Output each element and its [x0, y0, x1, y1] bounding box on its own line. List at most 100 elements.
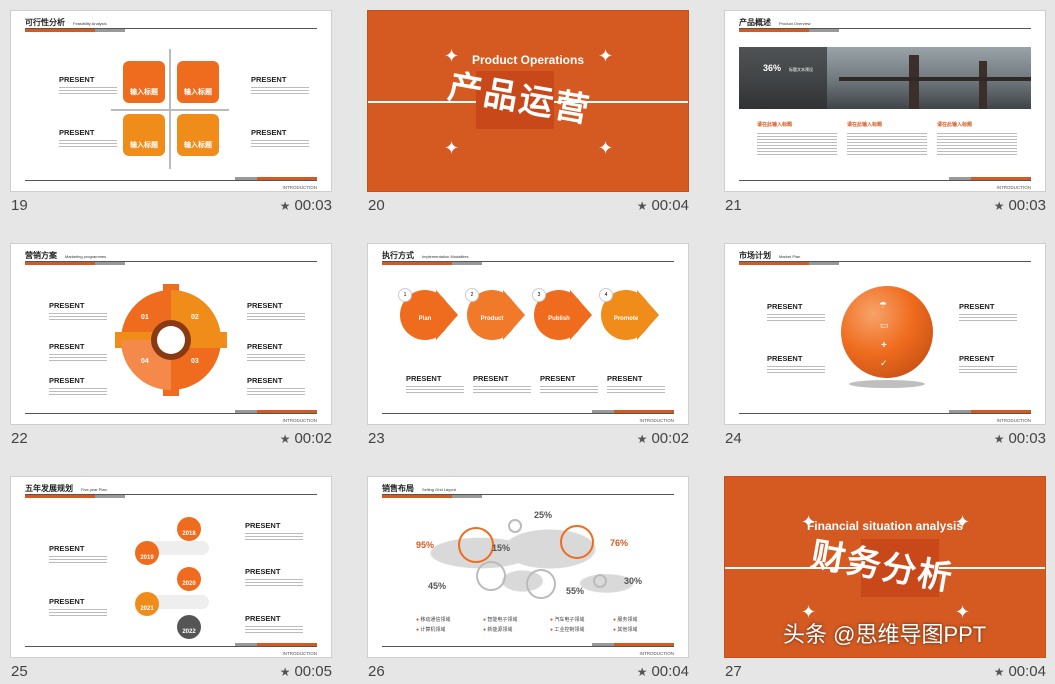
slide-preview[interactable]: 产品概述 Product Overview 36% 标题文本预设 请在此输入标题 …: [724, 10, 1046, 192]
present-label: PRESENT: [49, 597, 85, 606]
slide-footer: INTRODUCTION: [282, 651, 318, 656]
slide-subtitle: Market Plan: [779, 254, 801, 259]
slide-footer: INTRODUCTION: [639, 651, 675, 656]
present-label: PRESENT: [49, 544, 85, 553]
slide-preview[interactable]: 五年发展规划 Five-year Plan PRESENT PRESENT PRE…: [10, 476, 332, 658]
present-label: PRESENT: [49, 376, 85, 385]
year-badge: 2018: [177, 517, 201, 541]
slide-title: 销售布局: [382, 484, 414, 493]
slide-title: 产品概述: [739, 18, 771, 27]
star-icon: ★: [636, 665, 648, 679]
briefcase-icon: ▭: [880, 320, 889, 330]
slide-title: 营销方案: [25, 251, 57, 260]
slide-duration: ★ 00:04: [636, 197, 689, 214]
slide-duration: ★ 00:02: [636, 430, 689, 447]
sparkle-icon: ✦: [444, 46, 460, 66]
legend-item: ● 其他领域: [613, 627, 638, 633]
star-icon: ★: [279, 199, 291, 213]
slide-thumb-27[interactable]: Financial situation analysis 财务分析 ✦ ✦ ✦ …: [724, 476, 1046, 684]
slide-number: 25: [11, 663, 28, 680]
percent-value: 36%: [763, 63, 782, 73]
slide-thumb-20[interactable]: Product Operations 产品运营 ✦ ✦ ✦ ✦ 20 ★ 00:0…: [367, 10, 689, 218]
legend-item: ● 智能电子领域: [483, 617, 518, 623]
legend-item: ● 汽车电子领域: [550, 617, 585, 623]
slide-number: 21: [725, 197, 742, 214]
percent-label: 76%: [610, 538, 629, 548]
slide-footer: INTRODUCTION: [282, 185, 318, 190]
slide-duration: ★ 00:04: [993, 663, 1046, 680]
year-badge: 2022: [177, 615, 201, 639]
slide-thumb-24[interactable]: 市场计划 Market Plan PRESENT PRESENT PRESENT …: [724, 243, 1046, 451]
year-badge: 2020: [177, 567, 201, 591]
present-label: PRESENT: [767, 354, 803, 363]
slide-number: 26: [368, 663, 385, 680]
slide-thumb-19[interactable]: 可行性分析 Feasibility Analysis PRESENT PRESEN…: [10, 10, 332, 218]
title-box: 输入标题: [177, 114, 219, 156]
slide-title: 执行方式: [382, 251, 414, 260]
present-label: PRESENT: [607, 374, 643, 383]
slide-subtitle: Feasibility Analysis: [73, 21, 107, 26]
slide-footer: INTRODUCTION: [996, 418, 1032, 423]
slide-title: 市场计划: [739, 251, 771, 260]
target-ring: [476, 561, 506, 591]
slide-thumb-22[interactable]: 营销方案 Marketing programmes PRESENT PRESENT…: [10, 243, 332, 451]
sparkle-icon: ✦: [955, 512, 971, 532]
slide-thumb-23[interactable]: 执行方式 Implementation Modalities 1 Plan 2 P…: [367, 243, 689, 451]
star-icon: ★: [993, 199, 1005, 213]
star-icon: ★: [279, 665, 291, 679]
title-box: 输入标题: [177, 61, 219, 103]
percent-label: 标题文本预设: [789, 67, 813, 72]
slide-preview[interactable]: 执行方式 Implementation Modalities 1 Plan 2 P…: [367, 243, 689, 425]
legend-item: ● 工业控制领域: [550, 627, 585, 633]
present-label: PRESENT: [247, 301, 283, 310]
present-label: PRESENT: [959, 302, 995, 311]
title-box: 输入标题: [123, 114, 165, 156]
present-label: PRESENT: [245, 567, 281, 576]
star-icon: ★: [993, 665, 1005, 679]
year-badge: 2019: [135, 541, 159, 565]
legend-item: ● 服务领域: [613, 617, 638, 623]
slide-subtitle: Marketing programmes: [65, 254, 107, 259]
watermark-text: 头条 @思维导图PPT: [783, 622, 987, 647]
present-label: PRESENT: [59, 128, 95, 137]
slide-duration: ★ 00:05: [279, 663, 332, 680]
present-label: PRESENT: [540, 374, 576, 383]
slide-subtitle: Implementation Modalities: [422, 254, 469, 259]
star-icon: ★: [279, 432, 291, 446]
present-label: PRESENT: [247, 376, 283, 385]
slide-en-title: Product Operations: [471, 53, 584, 67]
slide-thumb-26[interactable]: 销售布局 Selling Grid Layout 25% 95% 15% 76% …: [367, 476, 689, 684]
slide-preview[interactable]: 销售布局 Selling Grid Layout 25% 95% 15% 76% …: [367, 476, 689, 658]
target-ring: [593, 574, 607, 588]
slide-subtitle: Five-year Plan: [81, 487, 107, 492]
check-icon: ✓: [880, 358, 888, 368]
plus-icon: +: [881, 340, 887, 351]
percent-label: 30%: [624, 576, 643, 586]
percent-label: 25%: [534, 510, 553, 520]
slide-subtitle: Selling Grid Layout: [422, 487, 456, 492]
present-label: PRESENT: [247, 342, 283, 351]
sparkle-icon: ✦: [444, 138, 460, 158]
legend-item: ● 新能源领域: [483, 627, 513, 633]
slide-preview[interactable]: 市场计划 Market Plan PRESENT PRESENT PRESENT …: [724, 243, 1046, 425]
slide-preview[interactable]: 营销方案 Marketing programmes PRESENT PRESENT…: [10, 243, 332, 425]
slide-preview[interactable]: 可行性分析 Feasibility Analysis PRESENT PRESEN…: [10, 10, 332, 192]
present-label: PRESENT: [49, 301, 85, 310]
slide-number: 23: [368, 430, 385, 447]
sparkle-icon: ✦: [801, 512, 817, 532]
percent-label: 15%: [492, 543, 511, 553]
slide-thumb-21[interactable]: 产品概述 Product Overview 36% 标题文本预设 请在此输入标题 …: [724, 10, 1046, 218]
slide-thumb-25[interactable]: 五年发展规划 Five-year Plan PRESENT PRESENT PRE…: [10, 476, 332, 684]
slide-number: 22: [11, 430, 28, 447]
present-label: PRESENT: [959, 354, 995, 363]
slide-footer: INTRODUCTION: [639, 418, 675, 423]
star-icon: ★: [636, 432, 648, 446]
target-ring: [560, 525, 594, 559]
slide-preview[interactable]: Product Operations 产品运营 ✦ ✦ ✦ ✦: [367, 10, 689, 192]
target-ring: [458, 527, 494, 563]
percent-label: 95%: [416, 540, 435, 550]
target-ring: [526, 569, 556, 599]
star-icon: ★: [993, 432, 1005, 446]
present-label: PRESENT: [767, 302, 803, 311]
sparkle-icon: ✦: [598, 46, 614, 66]
